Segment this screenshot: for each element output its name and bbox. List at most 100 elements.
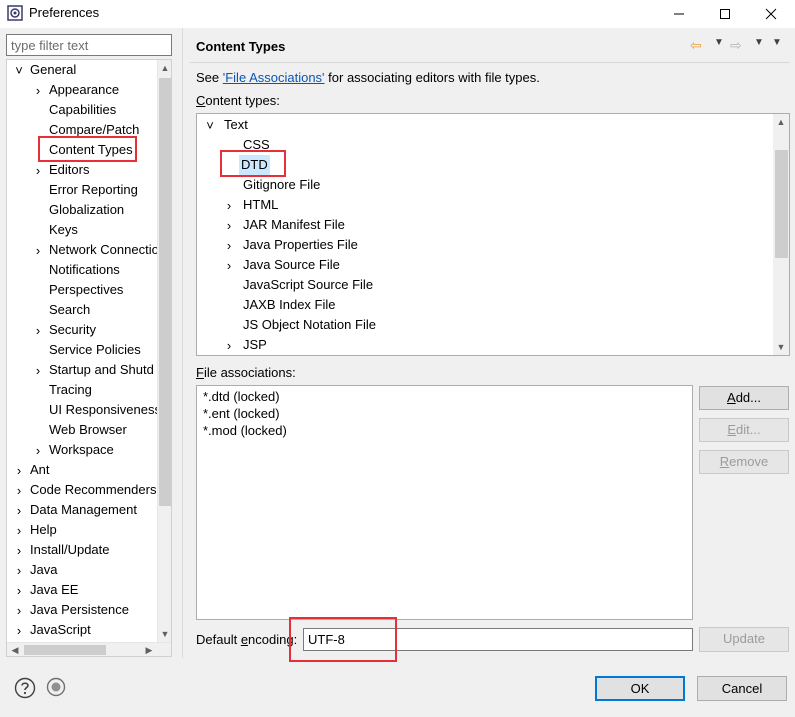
chevron-right-icon[interactable]: › <box>224 235 234 255</box>
maximize-icon <box>720 9 730 19</box>
chevron-right-icon[interactable]: › <box>224 215 234 235</box>
record-macro-icon[interactable] <box>46 677 66 697</box>
help-icon[interactable] <box>14 677 36 699</box>
tree-item[interactable]: Service Policies <box>49 340 141 360</box>
tree-scroll-thumb[interactable] <box>159 78 171 506</box>
chevron-right-icon[interactable]: › <box>33 360 43 380</box>
tree-item[interactable]: Workspace <box>49 440 114 460</box>
update-button[interactable]: Update <box>699 627 789 652</box>
tree-item[interactable]: Globalization <box>49 200 124 220</box>
tree-item[interactable]: Keys <box>49 220 78 240</box>
list-item[interactable]: *.dtd (locked) <box>203 388 280 405</box>
chevron-right-icon[interactable]: › <box>33 320 43 340</box>
tree-item[interactable]: Startup and Shutd <box>49 360 154 380</box>
tree-item[interactable]: Search <box>49 300 90 320</box>
scroll-up-icon[interactable]: ▲ <box>157 60 171 76</box>
preference-tree[interactable]: ˅ General › Appearance Capabilities Compare/P… <box>6 59 172 657</box>
chevron-down-icon[interactable]: ˅ <box>14 60 24 80</box>
content-type-item[interactable]: Java Properties File <box>241 235 360 255</box>
chevron-right-icon[interactable]: › <box>14 600 24 620</box>
forward-dropdown-icon[interactable]: ▼ <box>754 37 764 48</box>
content-type-item[interactable]: JAXB Index File <box>241 295 338 315</box>
back-dropdown-icon[interactable]: ▼ <box>714 37 724 48</box>
file-associations-link[interactable]: 'File Associations' <box>223 70 325 85</box>
content-type-item[interactable]: CSS <box>241 135 272 155</box>
tree-item[interactable]: Error Reporting <box>49 180 138 200</box>
chevron-right-icon[interactable]: › <box>14 500 24 520</box>
remove-button[interactable]: Remove <box>699 450 789 474</box>
scroll-down-icon[interactable]: ▼ <box>773 339 789 355</box>
tree-item[interactable]: JavaScript <box>30 620 91 640</box>
tree-item[interactable]: Ant <box>30 460 50 480</box>
content-type-item[interactable]: Text <box>222 115 250 135</box>
tree-item[interactable]: Data Management <box>30 500 137 520</box>
chevron-right-icon[interactable]: › <box>14 580 24 600</box>
tree-hscroll-thumb[interactable] <box>24 645 106 655</box>
chevron-right-icon[interactable]: › <box>33 440 43 460</box>
chevron-right-icon[interactable]: › <box>224 195 234 215</box>
content-type-item[interactable]: JAR Manifest File <box>241 215 347 235</box>
tree-item[interactable]: Install/Update <box>30 540 110 560</box>
default-encoding-input[interactable] <box>303 628 693 651</box>
tree-item[interactable]: Appearance <box>49 80 119 100</box>
chevron-right-icon[interactable]: › <box>14 460 24 480</box>
chevron-right-icon[interactable]: › <box>33 160 43 180</box>
tree-item[interactable]: Content Types <box>49 140 133 160</box>
content-type-item[interactable]: JSP <box>241 335 269 355</box>
content-type-item[interactable]: JS Object Notation File <box>241 315 378 335</box>
tree-item[interactable]: Java <box>30 560 57 580</box>
maximize-button[interactable] <box>702 0 748 28</box>
add-button[interactable]: Add... <box>699 386 789 410</box>
tree-item[interactable]: Compare/Patch <box>49 120 139 140</box>
tree-item[interactable]: Capabilities <box>49 100 116 120</box>
tree-item[interactable]: Notifications <box>49 260 120 280</box>
scroll-left-icon[interactable]: ◀ <box>7 642 23 656</box>
tree-item[interactable]: UI Responsiveness <box>49 400 161 420</box>
content-type-item[interactable]: JavaScript Source File <box>241 275 375 295</box>
content-type-item[interactable]: DTD <box>239 155 270 175</box>
tree-item[interactable]: Tracing <box>49 380 92 400</box>
chevron-right-icon[interactable]: › <box>224 255 234 275</box>
chevron-right-icon[interactable]: › <box>14 620 24 640</box>
filter-input[interactable] <box>6 34 172 56</box>
chevron-spacer <box>33 200 43 220</box>
minimize-button[interactable] <box>656 0 702 28</box>
tree-item[interactable]: Perspectives <box>49 280 123 300</box>
scroll-right-icon[interactable]: ▶ <box>141 642 157 656</box>
list-item[interactable]: *.mod (locked) <box>203 422 287 439</box>
chevron-down-icon[interactable]: ˅ <box>205 115 215 135</box>
scroll-up-icon[interactable]: ▲ <box>773 114 789 130</box>
tree-item[interactable]: Help <box>30 520 57 540</box>
tree-item[interactable]: Editors <box>49 160 89 180</box>
back-arrow-icon[interactable]: ⇦ <box>690 37 702 54</box>
chevron-right-icon[interactable]: › <box>14 540 24 560</box>
content-type-item[interactable]: HTML <box>241 195 280 215</box>
tree-item[interactable]: Web Browser <box>49 420 127 440</box>
chevron-right-icon[interactable]: › <box>224 335 234 355</box>
content-types-tree[interactable]: ˅ Text CSS DTD Gitignore File › HTML › JAR Manif… <box>196 113 790 356</box>
list-item[interactable]: *.ent (locked) <box>203 405 280 422</box>
edit-button[interactable]: Edit... <box>699 418 789 442</box>
content-type-item[interactable]: Gitignore File <box>241 175 322 195</box>
tree-item[interactable]: General <box>30 60 76 80</box>
file-associations-list[interactable]: *.dtd (locked) *.ent (locked) *.mod (loc… <box>196 385 693 620</box>
chevron-right-icon[interactable]: › <box>14 480 24 500</box>
pane-splitter[interactable] <box>182 28 183 658</box>
content-types-scroll-thumb[interactable] <box>775 150 788 258</box>
view-menu-icon[interactable]: ▼ <box>772 37 782 48</box>
chevron-right-icon[interactable]: › <box>14 560 24 580</box>
forward-arrow-icon[interactable]: ⇨ <box>730 37 742 54</box>
chevron-right-icon[interactable]: › <box>33 240 43 260</box>
tree-item[interactable]: Java Persistence <box>30 600 129 620</box>
tree-item[interactable]: Code Recommenders <box>30 480 156 500</box>
close-button[interactable] <box>748 0 794 28</box>
chevron-right-icon[interactable]: › <box>33 80 43 100</box>
cancel-button[interactable]: Cancel <box>697 676 787 701</box>
tree-item[interactable]: Security <box>49 320 96 340</box>
ok-button[interactable]: OK <box>595 676 685 701</box>
content-type-item[interactable]: Java Source File <box>241 255 342 275</box>
tree-item[interactable]: Java EE <box>30 580 78 600</box>
tree-item[interactable]: Network Connectio <box>49 240 159 260</box>
chevron-right-icon[interactable]: › <box>14 520 24 540</box>
scroll-down-icon[interactable]: ▼ <box>157 626 171 642</box>
